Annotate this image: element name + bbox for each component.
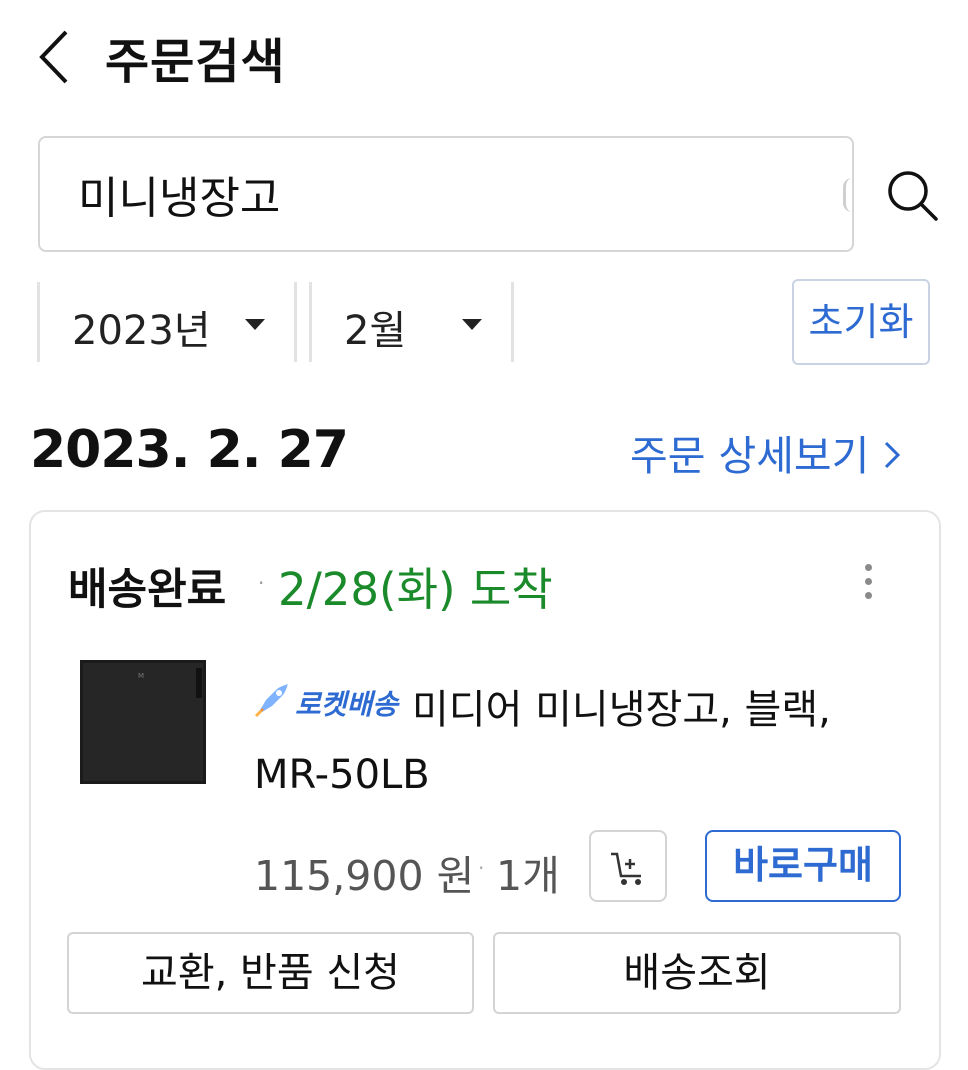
order-detail-label: 주문 상세보기 [630, 432, 870, 480]
search-clear-edge [843, 178, 852, 212]
filter-divider [294, 282, 297, 362]
product-name[interactable]: 미디어 미니냉장고, 블랙, [412, 668, 932, 752]
product-model[interactable]: MR-50LB [254, 752, 430, 798]
arrival-date: 2/28(화) 도착 [278, 563, 553, 616]
product-price: 115,900 원 [254, 852, 475, 900]
back-button[interactable] [36, 28, 76, 86]
reset-button[interactable]: 초기화 [792, 279, 930, 365]
search-field[interactable] [38, 136, 854, 252]
cart-plus-icon [611, 852, 641, 885]
delivery-status: 배송완료 [68, 565, 227, 615]
svg-text:M: M [138, 672, 144, 680]
more-options-button[interactable] [858, 560, 880, 604]
chevron-right-icon [883, 435, 901, 479]
search-input[interactable] [78, 162, 818, 226]
rocket-delivery-badge: 로켓배송 [295, 688, 399, 721]
caret-down-icon [245, 319, 265, 330]
year-label: 2023년 [72, 308, 211, 354]
buy-now-button[interactable]: 바로구매 [705, 830, 901, 902]
order-detail-link[interactable]: 주문 상세보기 [630, 422, 901, 482]
search-icon [888, 171, 938, 221]
exchange-return-button[interactable]: 교환, 반품 신청 [67, 932, 474, 1014]
rocket-icon [252, 680, 292, 720]
caret-down-icon [462, 319, 482, 330]
track-delivery-button[interactable]: 배송조회 [493, 932, 901, 1014]
separator-dot: · [478, 856, 485, 880]
add-to-cart-button[interactable] [589, 830, 667, 902]
filter-divider [511, 282, 514, 362]
year-dropdown[interactable]: 2023년 [40, 282, 294, 362]
chevron-left-icon [39, 30, 68, 84]
search-button[interactable] [884, 167, 940, 223]
page-title: 주문검색 [105, 34, 286, 90]
separator-dot: · [258, 571, 265, 595]
product-thumbnail[interactable]: M [80, 660, 206, 784]
order-date: 2023. 2. 27 [30, 420, 349, 480]
month-label: 2월 [344, 308, 407, 354]
product-quantity: 1개 [496, 852, 560, 900]
month-dropdown[interactable]: 2월 [312, 282, 512, 362]
